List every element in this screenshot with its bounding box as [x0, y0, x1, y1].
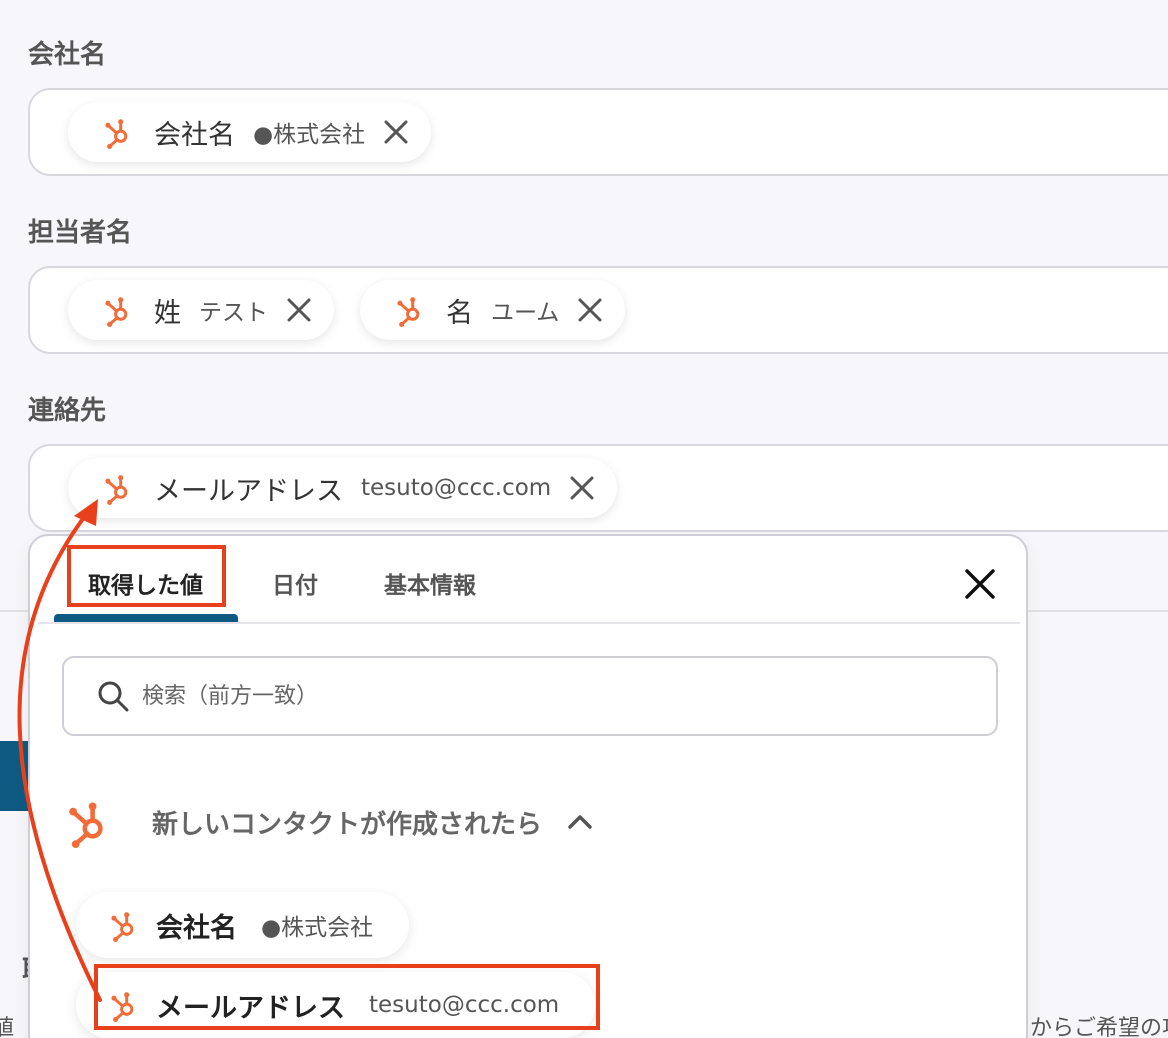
chip-label: 姓 — [154, 297, 181, 329]
company-chip[interactable]: 会社名 ●株式会社 — [68, 102, 432, 162]
company-field[interactable]: 会社名 ●株式会社 — [28, 88, 1168, 176]
first-name-chip[interactable]: 名 ユーム — [360, 280, 626, 340]
contact-person-field[interactable]: 姓 テスト 名 ユーム — [28, 266, 1168, 354]
last-name-chip[interactable]: 姓 テスト — [68, 280, 334, 340]
field-label-contact-person: 担当者名 — [28, 218, 133, 248]
chip-label: 会社名 — [154, 119, 235, 151]
search-input[interactable] — [142, 683, 962, 709]
hubspot-icon — [105, 297, 128, 327]
close-icon[interactable] — [962, 566, 998, 602]
search-icon — [98, 681, 129, 712]
background-text-right: からご希望の項 — [1030, 1016, 1168, 1038]
tab-date[interactable]: 日付 — [272, 566, 318, 600]
value-picker-popup: 取得した値 日付 基本情報 新しいコンタクトが作成されたら 会社名 ●株式会社 … — [28, 534, 1028, 1038]
option-label: 会社名 — [156, 912, 237, 944]
field-label-contact: 連絡先 — [28, 396, 107, 426]
chip-value: テスト — [199, 300, 268, 326]
chip-label: 名 — [446, 297, 473, 329]
hubspot-icon — [105, 119, 128, 149]
highlight-box-tab — [67, 545, 226, 607]
chip-value: ●株式会社 — [253, 122, 366, 148]
tab-divider — [38, 622, 1020, 624]
tab-basic-info[interactable]: 基本情報 — [384, 566, 476, 600]
email-chip[interactable]: メールアドレス tesuto@ccc.com — [68, 458, 618, 518]
section-title: 新しいコンタクトが作成されたら — [152, 809, 543, 840]
search-box[interactable] — [62, 656, 998, 736]
active-tab-indicator — [54, 614, 238, 622]
chip-value: tesuto@ccc.com — [361, 475, 552, 501]
highlight-box-email-option — [94, 964, 600, 1030]
hubspot-icon — [111, 912, 134, 942]
option-company[interactable]: 会社名 ●株式会社 — [76, 892, 410, 958]
chevron-up-icon[interactable] — [566, 808, 594, 836]
field-label-company: 会社名 — [28, 40, 107, 70]
trigger-section-header[interactable]: 新しいコンタクトが作成されたら — [64, 796, 594, 848]
chip-value: ユーム — [491, 300, 560, 326]
hubspot-icon — [105, 475, 128, 505]
hubspot-icon — [397, 297, 420, 327]
close-icon[interactable] — [567, 473, 597, 503]
close-icon[interactable] — [381, 117, 411, 147]
hubspot-icon — [69, 802, 103, 848]
chip-label: メールアドレス — [154, 475, 343, 507]
close-icon[interactable] — [575, 295, 605, 325]
contact-field[interactable]: メールアドレス tesuto@ccc.com — [28, 444, 1168, 532]
background-text-left: 値 — [0, 1016, 15, 1038]
option-value: ●株式会社 — [261, 915, 374, 941]
close-icon[interactable] — [284, 295, 314, 325]
